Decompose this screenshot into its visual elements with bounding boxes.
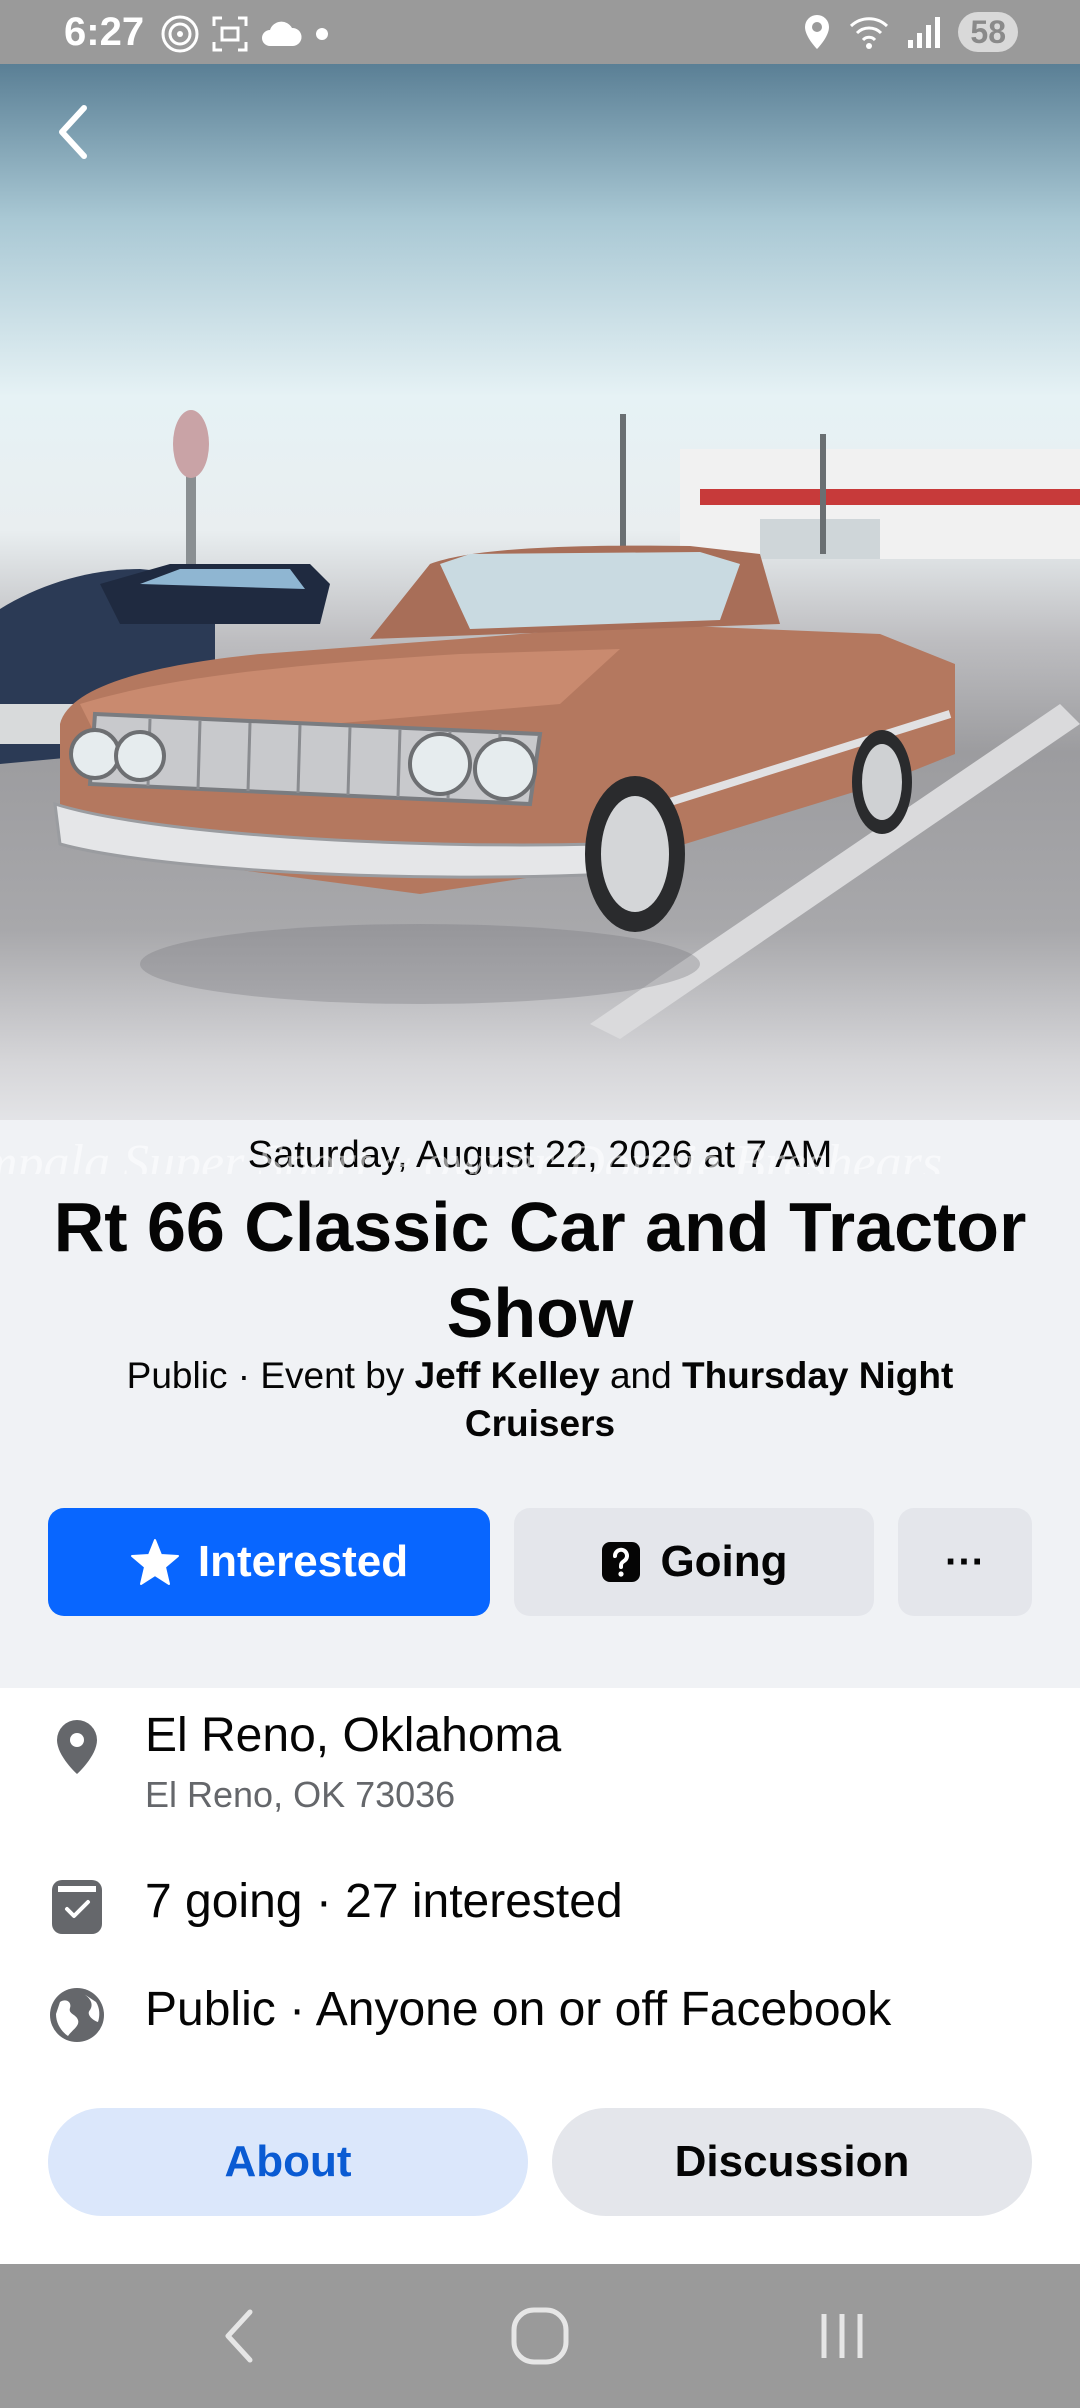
event-host-line: Public · Event by Jeff Kelley and Thursd… xyxy=(90,1352,990,1448)
star-icon xyxy=(130,1539,179,1585)
interested-label: Interested xyxy=(197,1537,409,1586)
battery-indicator: 58 xyxy=(958,12,1018,52)
attendance-count: 7 going · 27 interested xyxy=(145,1875,623,1928)
calendar-check-icon xyxy=(52,1880,102,1934)
globe-icon xyxy=(50,1988,104,2042)
more-label: ··· xyxy=(945,1539,985,1584)
cloud-icon xyxy=(262,21,302,46)
interested-button[interactable]: Interested xyxy=(48,1508,490,1616)
question-calendar-icon xyxy=(602,1542,641,1582)
location-pin-icon xyxy=(57,1720,97,1774)
nav-back-icon[interactable] xyxy=(200,2300,280,2372)
going-button[interactable]: Going xyxy=(514,1508,874,1616)
more-options-button[interactable]: ··· xyxy=(898,1508,1032,1616)
location-address: El Reno, OK 73036 xyxy=(145,1774,456,1815)
going-label: Going xyxy=(660,1537,788,1586)
tab-discussion-label: Discussion xyxy=(674,2137,910,2186)
status-bar: 6:27 58 xyxy=(0,0,1080,64)
system-nav-bar xyxy=(0,2264,1080,2408)
tab-about[interactable]: About xyxy=(48,2108,528,2216)
event-title: Rt 66 Classic Car and Tractor Show xyxy=(53,1188,1027,1352)
tab-discussion[interactable]: Discussion xyxy=(552,2108,1032,2216)
photo-watermark: mpala Super Sport ~ owner Donnie Breshea… xyxy=(0,1135,943,1174)
back-arrow-icon[interactable] xyxy=(44,96,104,168)
wifi-icon xyxy=(850,17,889,49)
car-photo-illustration xyxy=(0,410,1080,1039)
signal-icon xyxy=(908,17,941,48)
tab-about-label: About xyxy=(224,2137,352,2186)
screenshot-icon xyxy=(212,16,248,52)
nav-home-icon[interactable] xyxy=(500,2300,580,2372)
hotspot-icon xyxy=(161,15,199,53)
event-privacy-prefix: Public · Event by xyxy=(126,1355,415,1396)
dot-icon xyxy=(316,28,328,40)
event-details: El Reno, Oklahoma El Reno, OK 73036 7 go… xyxy=(0,1688,1080,2264)
event-cover-photo[interactable]: mpala Super Sport ~ owner Donnie Breshea… xyxy=(0,64,1080,1174)
host-link-jeff-kelley[interactable]: Jeff Kelley xyxy=(415,1355,600,1396)
privacy-text: Public · Anyone on or off Facebook xyxy=(145,1983,892,2036)
location-icon xyxy=(805,15,830,49)
location-name: El Reno, Oklahoma xyxy=(145,1709,562,1762)
status-time: 6:27 xyxy=(64,10,145,54)
host-and: and xyxy=(599,1355,682,1396)
status-right-icons: 58 xyxy=(802,12,1018,52)
event-header: Saturday, August 22, 2026 at 7 AM Rt 66 … xyxy=(0,1120,1080,1688)
status-left-icons xyxy=(160,14,332,54)
nav-recents-icon[interactable] xyxy=(802,2300,882,2372)
